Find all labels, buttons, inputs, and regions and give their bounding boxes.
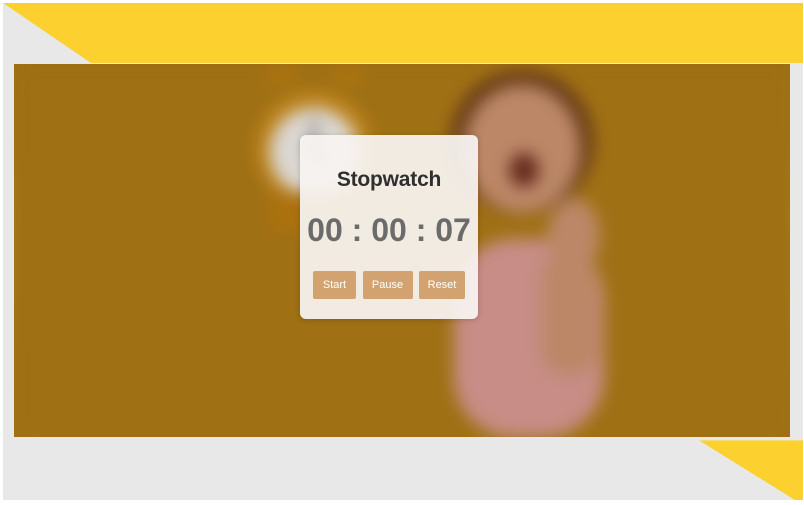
stopwatch-controls: Start Pause Reset — [313, 271, 465, 299]
stopwatch-card: Stopwatch 00 : 00 : 07 Start Pause Reset — [300, 135, 478, 319]
page: Stopwatch 00 : 00 : 07 Start Pause Reset — [0, 0, 804, 505]
reset-button[interactable]: Reset — [419, 271, 465, 299]
top-accent-shape — [3, 3, 803, 63]
stopwatch-title: Stopwatch — [336, 168, 442, 191]
timer-display: 00 : 00 : 07 — [307, 212, 471, 248]
pause-button[interactable]: Pause — [362, 271, 413, 299]
start-button[interactable]: Start — [313, 271, 356, 299]
